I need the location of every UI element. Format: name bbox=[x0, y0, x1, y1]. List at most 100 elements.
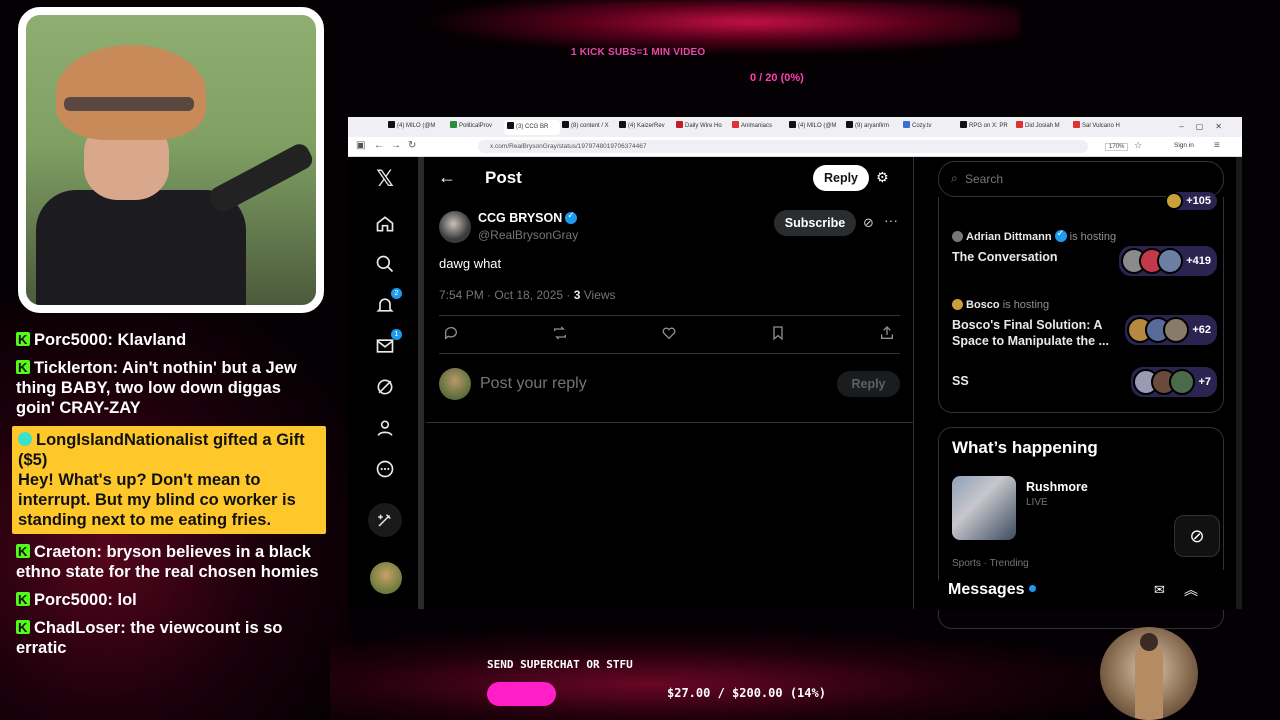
messages-drawer[interactable]: Messages ✉ ︽ bbox=[938, 570, 1232, 610]
search-placeholder: Search bbox=[965, 172, 1004, 186]
space-item[interactable]: Bosco is hosting Bosco's Final Solution:… bbox=[952, 299, 1217, 349]
new-message-icon[interactable]: ✉ bbox=[1154, 582, 1165, 598]
space-listeners: +7 bbox=[1131, 367, 1217, 397]
browser-tab-active[interactable]: (3) CCG BR bbox=[504, 120, 560, 135]
reply-header-button[interactable]: Reply bbox=[813, 165, 869, 191]
post-timestamp[interactable]: 7:54 PM · Oct 18, 2025 · bbox=[439, 288, 574, 302]
trend-category: Sports · Trending bbox=[952, 558, 1029, 569]
browser-tab[interactable]: (4) KaizerRev bbox=[619, 121, 669, 134]
x-favicon-icon bbox=[388, 121, 395, 128]
browser-tab[interactable]: (4) MILO (@M bbox=[388, 121, 440, 134]
bookmark-star-icon[interactable]: ☆ bbox=[1134, 140, 1142, 151]
browser-tab[interactable]: Cozy.tv bbox=[903, 121, 953, 134]
bookmark-icon[interactable] bbox=[770, 325, 786, 345]
notifications-bell-icon[interactable]: 2 bbox=[372, 288, 402, 318]
space-listeners: +419 bbox=[1119, 246, 1217, 276]
browser-tab[interactable]: Daily Wire Ho bbox=[676, 121, 726, 134]
sidebar-toggle-icon[interactable]: ▣ bbox=[356, 140, 365, 151]
left-scrollbar[interactable] bbox=[418, 157, 424, 609]
live-spaces-panel: +105 Adrian Dittmann is hosting The Conv… bbox=[938, 192, 1224, 413]
chat-message: Craeton: bryson believes in a black ethn… bbox=[10, 542, 328, 582]
chat-username: Porc5000 bbox=[34, 591, 108, 609]
favicon-icon bbox=[1073, 121, 1080, 128]
post-body: dawg what bbox=[439, 256, 502, 271]
tab-bar: (4) MILO (@M PoliticalProv (3) CCG BR (8… bbox=[348, 117, 1242, 137]
zoom-level[interactable]: 170% bbox=[1105, 143, 1129, 151]
chat-username: Porc5000 bbox=[34, 331, 108, 349]
profile-icon[interactable] bbox=[372, 415, 398, 441]
address-bar[interactable]: x.com/RealBrysonGray/status/197974801970… bbox=[478, 140, 1088, 153]
browser-tab[interactable]: PoliticalProv bbox=[450, 121, 500, 134]
chat-message: Ticklerton: Ain't nothin' but a Jew thin… bbox=[10, 358, 328, 418]
browser-tab[interactable]: Sal Vulcano H bbox=[1073, 121, 1123, 134]
back-icon[interactable]: ← bbox=[374, 140, 384, 151]
chat-username: LongIslandNationalist bbox=[36, 431, 209, 449]
search-icon[interactable] bbox=[372, 251, 398, 277]
chat-text: Hey! What's up? Don't mean to interrupt.… bbox=[18, 471, 296, 529]
chat-username: Ticklerton bbox=[34, 359, 113, 377]
settings-sliders-icon[interactable]: ⚙ bbox=[876, 169, 889, 186]
grok-icon[interactable]: ⊘ bbox=[863, 215, 874, 231]
expand-chevron-icon[interactable]: ︽ bbox=[1184, 580, 1198, 600]
more-options-icon[interactable]: ··· bbox=[884, 212, 898, 228]
verified-badge-icon bbox=[1054, 228, 1067, 242]
x-favicon-icon bbox=[960, 121, 967, 128]
browser-tab[interactable]: RPG on X: PR bbox=[960, 121, 1010, 134]
home-icon[interactable] bbox=[372, 211, 398, 237]
like-heart-icon[interactable] bbox=[661, 325, 677, 345]
reply-avatar[interactable] bbox=[439, 368, 471, 400]
sign-in-button[interactable]: Sign in bbox=[1174, 142, 1194, 149]
menu-icon[interactable]: ≡ bbox=[1214, 140, 1220, 151]
reload-icon[interactable]: ↻ bbox=[408, 140, 416, 151]
space-item[interactable]: SS +7 bbox=[952, 367, 1217, 397]
post-detail-column: ← Post Reply ⚙ CCG BRYSON @RealBrysonGra… bbox=[426, 157, 914, 609]
repost-icon[interactable] bbox=[552, 325, 568, 345]
kick-sub-goal-progress: 0 / 20 (0%) bbox=[750, 72, 804, 84]
reply-icon[interactable] bbox=[443, 325, 459, 345]
superchat-progress-text: $27.00 / $200.00 (14%) bbox=[667, 686, 826, 700]
search-icon: ⌕ bbox=[951, 171, 958, 185]
more-circle-icon[interactable] bbox=[372, 456, 398, 482]
space-item[interactable]: Adrian Dittmann is hosting The Conversat… bbox=[952, 228, 1217, 276]
grok-icon[interactable] bbox=[372, 374, 398, 400]
back-arrow-icon[interactable]: ← bbox=[438, 167, 456, 188]
x-favicon-icon bbox=[619, 121, 626, 128]
browser-tab[interactable]: (4) MILO (@M bbox=[789, 121, 839, 134]
background-glow-bottom bbox=[330, 630, 1130, 720]
space-listeners: +105 bbox=[1165, 192, 1217, 210]
post-meta: 7:54 PM · Oct 18, 2025 · 3 Views bbox=[439, 288, 616, 302]
reply-submit-button[interactable]: Reply bbox=[837, 371, 900, 397]
kick-badge-icon bbox=[16, 618, 30, 638]
right-scrollbar[interactable] bbox=[1236, 157, 1242, 609]
space-listeners: +62 bbox=[1125, 315, 1217, 345]
space-item[interactable]: +105 bbox=[952, 192, 1217, 213]
messages-badge: 1 bbox=[391, 329, 402, 340]
subscribe-button[interactable]: Subscribe bbox=[774, 210, 856, 236]
browser-tab[interactable]: (9) aryanfirm bbox=[846, 121, 896, 134]
messages-envelope-icon[interactable]: 1 bbox=[372, 329, 402, 359]
reply-input[interactable]: Post your reply bbox=[480, 375, 587, 393]
right-sidebar: ⌕ Search +105 Adrian Dittmann is hosting… bbox=[938, 157, 1242, 629]
share-icon[interactable] bbox=[879, 325, 895, 345]
webcam-cowboy-hat bbox=[56, 45, 206, 140]
author-display-name[interactable]: CCG BRYSON bbox=[478, 210, 578, 225]
author-avatar[interactable] bbox=[439, 211, 471, 243]
trend-name[interactable]: Rushmore bbox=[1026, 480, 1088, 494]
forward-icon[interactable]: → bbox=[391, 140, 401, 151]
author-handle[interactable]: @RealBrysonGray bbox=[478, 228, 578, 242]
browser-tab[interactable]: Animaniacs bbox=[732, 121, 782, 134]
x-logo-icon[interactable]: 𝕏 bbox=[372, 166, 398, 192]
gem-icon bbox=[18, 432, 32, 446]
trend-thumbnail[interactable] bbox=[952, 476, 1016, 540]
superchat-progress-bar bbox=[487, 682, 556, 706]
browser-tab[interactable]: Did Josiah M bbox=[1016, 121, 1066, 134]
compose-post-icon[interactable] bbox=[368, 503, 402, 537]
grok-floating-icon[interactable]: ⊘ bbox=[1174, 515, 1220, 557]
browser-tab[interactable]: (8) content / X bbox=[562, 121, 612, 134]
x-app: 𝕏 2 1 ← Post Reply ⚙ CCG BRYSON✓ @RealBr… bbox=[348, 157, 1242, 629]
account-avatar[interactable] bbox=[370, 562, 402, 594]
divider bbox=[439, 315, 900, 316]
x-favicon-icon bbox=[789, 121, 796, 128]
window-controls[interactable]: –▢✕ bbox=[1179, 122, 1234, 131]
chat-text: lol bbox=[117, 591, 137, 609]
